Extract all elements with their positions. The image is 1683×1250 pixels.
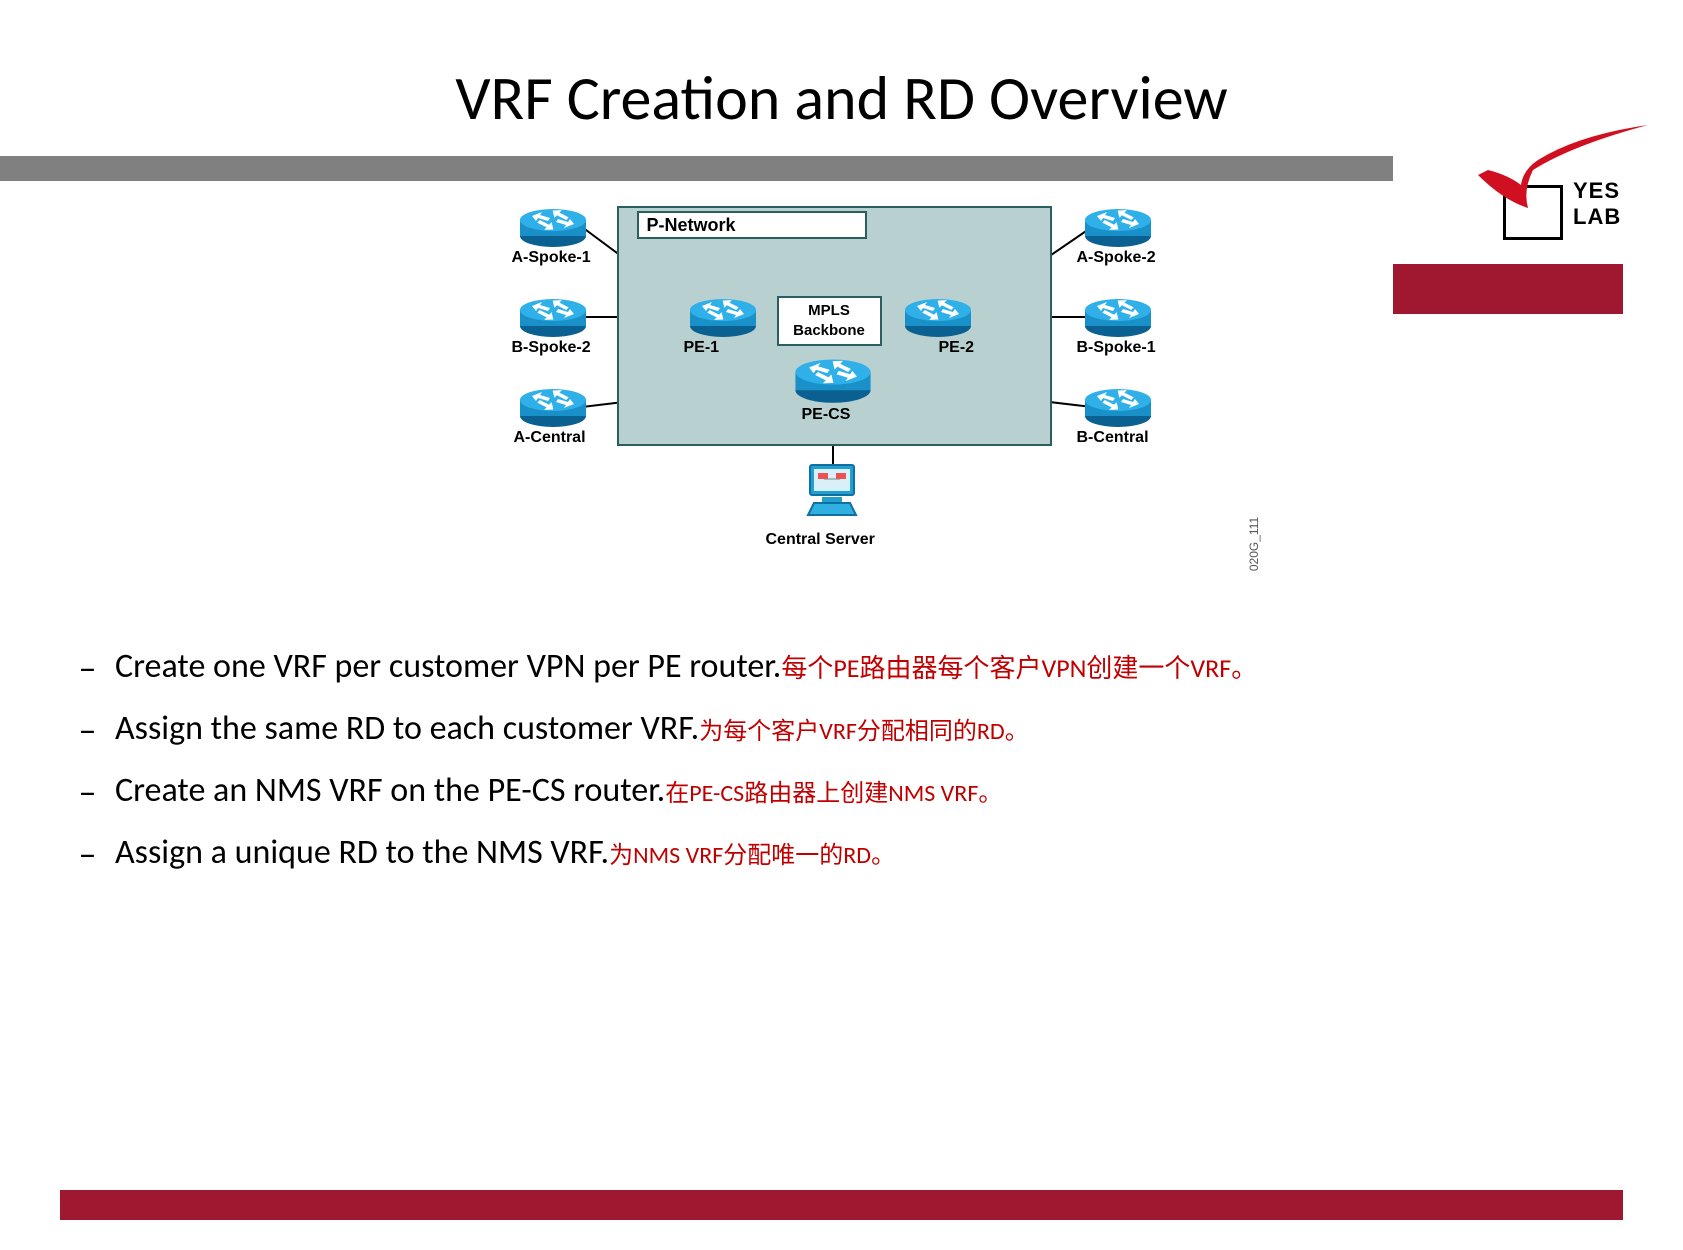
bullet-en-2: Assign the same RD to each customer VRF. bbox=[115, 708, 699, 749]
router-a-spoke-2 bbox=[1082, 206, 1154, 248]
label-pe-cs: PE-CS bbox=[802, 406, 851, 424]
bullet-dash: – bbox=[60, 641, 115, 695]
yes-lab-logo: YES LAB bbox=[1423, 120, 1623, 240]
router-a-central bbox=[517, 386, 589, 428]
bullet-en-1: Create one VRF per customer VPN per PE r… bbox=[115, 646, 781, 687]
router-pe-2 bbox=[902, 296, 974, 338]
label-b-central: B-Central bbox=[1077, 429, 1149, 447]
router-pe-1 bbox=[687, 296, 759, 338]
router-b-central bbox=[1082, 386, 1154, 428]
label-a-spoke-1: A-Spoke-1 bbox=[512, 249, 591, 267]
label-b-spoke-2: B-Spoke-2 bbox=[512, 339, 591, 357]
bullet-item: – Assign a unique RD to the NMS VRF.为NMS… bbox=[60, 827, 1623, 881]
bullet-zh-4: 为NMS VRF分配唯一的RD。 bbox=[609, 841, 895, 870]
bullet-item: – Assign the same RD to each customer VR… bbox=[60, 703, 1623, 757]
label-b-spoke-1: B-Spoke-1 bbox=[1077, 339, 1156, 357]
network-diagram: P-Network MPLS Backbone A-Spoke-1 B-Spok… bbox=[442, 201, 1242, 601]
mpls-text-1: MPLS bbox=[808, 302, 850, 319]
router-b-spoke-1 bbox=[1082, 296, 1154, 338]
label-central-server: Central Server bbox=[766, 531, 875, 549]
checkmark-icon bbox=[1473, 120, 1653, 210]
bullet-en-3: Create an NMS VRF on the PE-CS router. bbox=[115, 770, 665, 811]
router-pe-cs bbox=[792, 356, 874, 404]
bullet-dash: – bbox=[60, 765, 115, 819]
bullet-dash: – bbox=[60, 703, 115, 757]
bullet-item: – Create one VRF per customer VPN per PE… bbox=[60, 641, 1623, 695]
label-a-central: A-Central bbox=[514, 429, 586, 447]
bullet-dash: – bbox=[60, 827, 115, 881]
label-pe-2: PE-2 bbox=[939, 339, 975, 357]
p-network-label: P-Network bbox=[637, 211, 867, 239]
router-b-spoke-2 bbox=[517, 296, 589, 338]
red-bar bbox=[1393, 264, 1623, 314]
label-pe-1: PE-1 bbox=[684, 339, 720, 357]
bullet-zh-1: 每个PE路由器每个客户VPN创建一个VRF。 bbox=[781, 652, 1257, 684]
bullet-en-4: Assign a unique RD to the NMS VRF. bbox=[115, 832, 609, 873]
bullet-zh-2: 为每个客户VRF分配相同的RD。 bbox=[699, 717, 1028, 746]
bullet-item: – Create an NMS VRF on the PE-CS router.… bbox=[60, 765, 1623, 819]
central-server-icon bbox=[802, 459, 862, 519]
bullet-zh-3: 在PE-CS路由器上创建NMS VRF。 bbox=[665, 779, 1002, 808]
diagram-id: 020G_111 bbox=[1247, 517, 1261, 571]
mpls-text-2: Backbone bbox=[793, 322, 865, 339]
logo-text: YES LAB bbox=[1573, 178, 1623, 230]
gray-bar bbox=[0, 156, 1393, 181]
bullet-list: – Create one VRF per customer VPN per PE… bbox=[60, 641, 1623, 881]
router-a-spoke-1 bbox=[517, 206, 589, 248]
mpls-backbone-label: MPLS Backbone bbox=[777, 296, 882, 346]
bottom-red-bar bbox=[60, 1190, 1623, 1220]
label-a-spoke-2: A-Spoke-2 bbox=[1077, 249, 1156, 267]
